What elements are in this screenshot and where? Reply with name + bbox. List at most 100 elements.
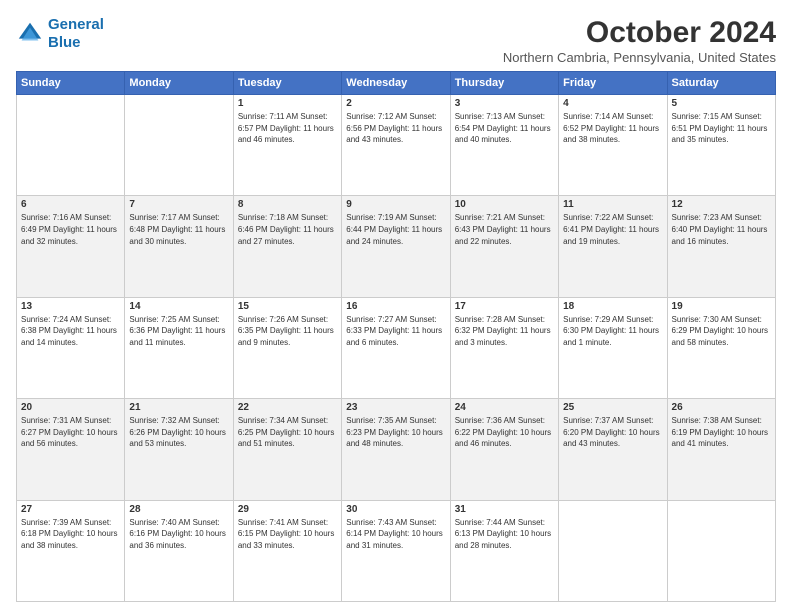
month-title: October 2024 [503, 16, 776, 50]
day-info: Sunrise: 7:19 AM Sunset: 6:44 PM Dayligh… [346, 212, 445, 247]
day-info: Sunrise: 7:15 AM Sunset: 6:51 PM Dayligh… [672, 111, 771, 146]
calendar-week-4: 20 Sunrise: 7:31 AM Sunset: 6:27 PM Dayli… [17, 399, 776, 500]
title-block: October 2024 Northern Cambria, Pennsylva… [503, 16, 776, 65]
day-header-wednesday: Wednesday [342, 72, 450, 95]
calendar-cell: 8 Sunrise: 7:18 AM Sunset: 6:46 PM Daylig… [233, 196, 341, 297]
logo: General Blue [16, 16, 104, 52]
calendar-cell: 14 Sunrise: 7:25 AM Sunset: 6:36 PM Dayli… [125, 297, 233, 398]
calendar-cell: 24 Sunrise: 7:36 AM Sunset: 6:22 PM Dayli… [450, 399, 558, 500]
calendar-cell: 11 Sunrise: 7:22 AM Sunset: 6:41 PM Dayli… [559, 196, 667, 297]
day-header-saturday: Saturday [667, 72, 775, 95]
day-number: 11 [563, 199, 662, 210]
day-number: 14 [129, 301, 228, 312]
day-number: 15 [238, 301, 337, 312]
day-info: Sunrise: 7:14 AM Sunset: 6:52 PM Dayligh… [563, 111, 662, 146]
day-number: 24 [455, 402, 554, 413]
calendar-cell: 31Sunrise: 7:44 AM Sunset: 6:13 PM Dayli… [450, 500, 558, 601]
calendar-cell: 1 Sunrise: 7:11 AM Sunset: 6:57 PM Daylig… [233, 95, 341, 196]
day-number: 19 [672, 301, 771, 312]
day-info: Sunrise: 7:18 AM Sunset: 6:46 PM Dayligh… [238, 212, 337, 247]
calendar-cell: 25Sunrise: 7:37 AM Sunset: 6:20 PM Dayli… [559, 399, 667, 500]
calendar-cell [125, 95, 233, 196]
day-number: 20 [21, 402, 120, 413]
calendar-header-row: SundayMondayTuesdayWednesdayThursdayFrid… [17, 72, 776, 95]
day-info: Sunrise: 7:26 AM Sunset: 6:35 PM Dayligh… [238, 314, 337, 349]
day-number: 25 [563, 402, 662, 413]
calendar-week-1: 1 Sunrise: 7:11 AM Sunset: 6:57 PM Daylig… [17, 95, 776, 196]
day-info: Sunrise: 7:27 AM Sunset: 6:33 PM Dayligh… [346, 314, 445, 349]
calendar-cell: 16 Sunrise: 7:27 AM Sunset: 6:33 PM Dayli… [342, 297, 450, 398]
day-number: 7 [129, 199, 228, 210]
day-number: 2 [346, 98, 445, 109]
calendar-cell: 30 Sunrise: 7:43 AM Sunset: 6:14 PM Dayli… [342, 500, 450, 601]
day-info: Sunrise: 7:34 AM Sunset: 6:25 PM Dayligh… [238, 415, 337, 450]
day-header-sunday: Sunday [17, 72, 125, 95]
calendar-cell: 23Sunrise: 7:35 AM Sunset: 6:23 PM Dayli… [342, 399, 450, 500]
day-number: 12 [672, 199, 771, 210]
day-info: Sunrise: 7:22 AM Sunset: 6:41 PM Dayligh… [563, 212, 662, 247]
day-number: 13 [21, 301, 120, 312]
calendar-week-3: 13 Sunrise: 7:24 AM Sunset: 6:38 PM Dayli… [17, 297, 776, 398]
day-number: 16 [346, 301, 445, 312]
calendar-cell: 2Sunrise: 7:12 AM Sunset: 6:56 PM Daylig… [342, 95, 450, 196]
day-info: Sunrise: 7:23 AM Sunset: 6:40 PM Dayligh… [672, 212, 771, 247]
day-info: Sunrise: 7:43 AM Sunset: 6:14 PM Dayligh… [346, 517, 445, 552]
day-number: 10 [455, 199, 554, 210]
header: General Blue October 2024 Northern Cambr… [16, 16, 776, 65]
calendar-cell [559, 500, 667, 601]
day-info: Sunrise: 7:30 AM Sunset: 6:29 PM Dayligh… [672, 314, 771, 349]
calendar-cell [667, 500, 775, 601]
day-info: Sunrise: 7:25 AM Sunset: 6:36 PM Dayligh… [129, 314, 228, 349]
day-header-monday: Monday [125, 72, 233, 95]
day-number: 1 [238, 98, 337, 109]
day-number: 4 [563, 98, 662, 109]
day-number: 29 [238, 504, 337, 515]
day-info: Sunrise: 7:29 AM Sunset: 6:30 PM Dayligh… [563, 314, 662, 349]
calendar-cell: 29 Sunrise: 7:41 AM Sunset: 6:15 PM Dayli… [233, 500, 341, 601]
logo-general: General [48, 16, 104, 33]
logo-text: General Blue [48, 16, 104, 52]
calendar-cell [17, 95, 125, 196]
calendar-cell: 22Sunrise: 7:34 AM Sunset: 6:25 PM Dayli… [233, 399, 341, 500]
day-number: 30 [346, 504, 445, 515]
day-number: 5 [672, 98, 771, 109]
day-number: 9 [346, 199, 445, 210]
day-number: 27 [21, 504, 120, 515]
calendar-cell: 3Sunrise: 7:13 AM Sunset: 6:54 PM Daylig… [450, 95, 558, 196]
day-info: Sunrise: 7:11 AM Sunset: 6:57 PM Dayligh… [238, 111, 337, 146]
calendar-cell: 6 Sunrise: 7:16 AM Sunset: 6:49 PM Daylig… [17, 196, 125, 297]
calendar-cell: 10Sunrise: 7:21 AM Sunset: 6:43 PM Dayli… [450, 196, 558, 297]
calendar-cell: 17 Sunrise: 7:28 AM Sunset: 6:32 PM Dayli… [450, 297, 558, 398]
day-info: Sunrise: 7:39 AM Sunset: 6:18 PM Dayligh… [21, 517, 120, 552]
day-number: 18 [563, 301, 662, 312]
day-info: Sunrise: 7:35 AM Sunset: 6:23 PM Dayligh… [346, 415, 445, 450]
calendar-cell: 18 Sunrise: 7:29 AM Sunset: 6:30 PM Dayli… [559, 297, 667, 398]
day-info: Sunrise: 7:38 AM Sunset: 6:19 PM Dayligh… [672, 415, 771, 450]
day-number: 6 [21, 199, 120, 210]
calendar-cell: 12 Sunrise: 7:23 AM Sunset: 6:40 PM Dayli… [667, 196, 775, 297]
day-number: 26 [672, 402, 771, 413]
day-number: 31 [455, 504, 554, 515]
day-info: Sunrise: 7:41 AM Sunset: 6:15 PM Dayligh… [238, 517, 337, 552]
calendar-cell: 9 Sunrise: 7:19 AM Sunset: 6:44 PM Daylig… [342, 196, 450, 297]
logo-blue: Blue [48, 34, 81, 51]
day-info: Sunrise: 7:36 AM Sunset: 6:22 PM Dayligh… [455, 415, 554, 450]
calendar-table: SundayMondayTuesdayWednesdayThursdayFrid… [16, 71, 776, 602]
day-info: Sunrise: 7:31 AM Sunset: 6:27 PM Dayligh… [21, 415, 120, 450]
location-subtitle: Northern Cambria, Pennsylvania, United S… [503, 50, 776, 65]
day-info: Sunrise: 7:16 AM Sunset: 6:49 PM Dayligh… [21, 212, 120, 247]
calendar-cell: 21Sunrise: 7:32 AM Sunset: 6:26 PM Dayli… [125, 399, 233, 500]
calendar-cell: 19 Sunrise: 7:30 AM Sunset: 6:29 PM Dayli… [667, 297, 775, 398]
day-info: Sunrise: 7:24 AM Sunset: 6:38 PM Dayligh… [21, 314, 120, 349]
day-info: Sunrise: 7:17 AM Sunset: 6:48 PM Dayligh… [129, 212, 228, 247]
calendar-cell: 4 Sunrise: 7:14 AM Sunset: 6:52 PM Daylig… [559, 95, 667, 196]
day-info: Sunrise: 7:28 AM Sunset: 6:32 PM Dayligh… [455, 314, 554, 349]
page: General Blue October 2024 Northern Cambr… [0, 0, 792, 612]
calendar-week-2: 6 Sunrise: 7:16 AM Sunset: 6:49 PM Daylig… [17, 196, 776, 297]
calendar-week-5: 27 Sunrise: 7:39 AM Sunset: 6:18 PM Dayli… [17, 500, 776, 601]
day-number: 17 [455, 301, 554, 312]
calendar-cell: 15 Sunrise: 7:26 AM Sunset: 6:35 PM Dayli… [233, 297, 341, 398]
day-header-tuesday: Tuesday [233, 72, 341, 95]
logo-icon [16, 20, 44, 48]
day-number: 8 [238, 199, 337, 210]
